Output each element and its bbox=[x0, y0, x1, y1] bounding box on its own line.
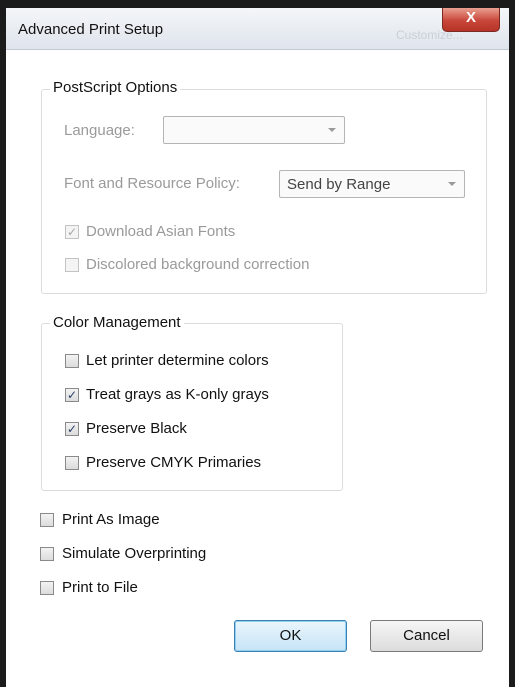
print-as-image-label: Print As Image bbox=[62, 511, 160, 528]
print-as-image-checkbox[interactable] bbox=[40, 513, 54, 527]
download-asian-fonts-checkbox[interactable]: ✓ bbox=[65, 225, 79, 239]
let-printer-determine-colors-checkbox[interactable] bbox=[65, 354, 79, 368]
print-to-file-label: Print to File bbox=[62, 579, 138, 596]
preserve-cmyk-primaries-label: Preserve CMYK Primaries bbox=[86, 454, 262, 471]
close-button[interactable]: X bbox=[442, 8, 500, 32]
dialog-title: Advanced Print Setup bbox=[18, 21, 164, 38]
discolored-background-checkbox[interactable] bbox=[65, 258, 79, 272]
preserve-black-checkbox[interactable]: ✓ bbox=[65, 422, 79, 436]
postscript-options-legend: PostScript Options bbox=[50, 79, 181, 96]
download-asian-fonts-label: Download Asian Fonts bbox=[86, 223, 236, 240]
treat-grays-k-only-label: Treat grays as K-only grays bbox=[86, 386, 269, 403]
dialog-body: PostScript Options Language: Font and Re… bbox=[6, 50, 509, 687]
font-policy-select[interactable]: Send by Range bbox=[279, 170, 465, 198]
font-policy-label: Font and Resource Policy: bbox=[64, 175, 240, 192]
cancel-button[interactable]: Cancel bbox=[370, 620, 483, 652]
window-frame-top bbox=[0, 0, 515, 8]
let-printer-determine-colors-label: Let printer determine colors bbox=[86, 352, 269, 369]
treat-grays-k-only-checkbox[interactable]: ✓ bbox=[65, 388, 79, 402]
advanced-print-setup-dialog: Advanced Print Setup Customize... X Post… bbox=[0, 0, 515, 687]
language-select[interactable] bbox=[163, 116, 345, 144]
color-management-legend: Color Management bbox=[50, 314, 184, 331]
title-bar[interactable]: Advanced Print Setup Customize... X bbox=[6, 8, 509, 50]
print-to-file-checkbox[interactable] bbox=[40, 581, 54, 595]
ok-button[interactable]: OK bbox=[234, 620, 347, 652]
preserve-black-label: Preserve Black bbox=[86, 420, 187, 437]
simulate-overprinting-label: Simulate Overprinting bbox=[62, 545, 207, 562]
discolored-background-label: Discolored background correction bbox=[86, 256, 310, 273]
font-policy-value: Send by Range bbox=[287, 176, 391, 193]
chevron-down-icon bbox=[328, 128, 336, 132]
close-icon: X bbox=[465, 9, 476, 26]
chevron-down-icon bbox=[448, 182, 456, 186]
window-frame-right bbox=[509, 0, 515, 687]
preserve-cmyk-primaries-checkbox[interactable] bbox=[65, 456, 79, 470]
simulate-overprinting-checkbox[interactable] bbox=[40, 547, 54, 561]
language-label: Language: bbox=[64, 122, 135, 139]
